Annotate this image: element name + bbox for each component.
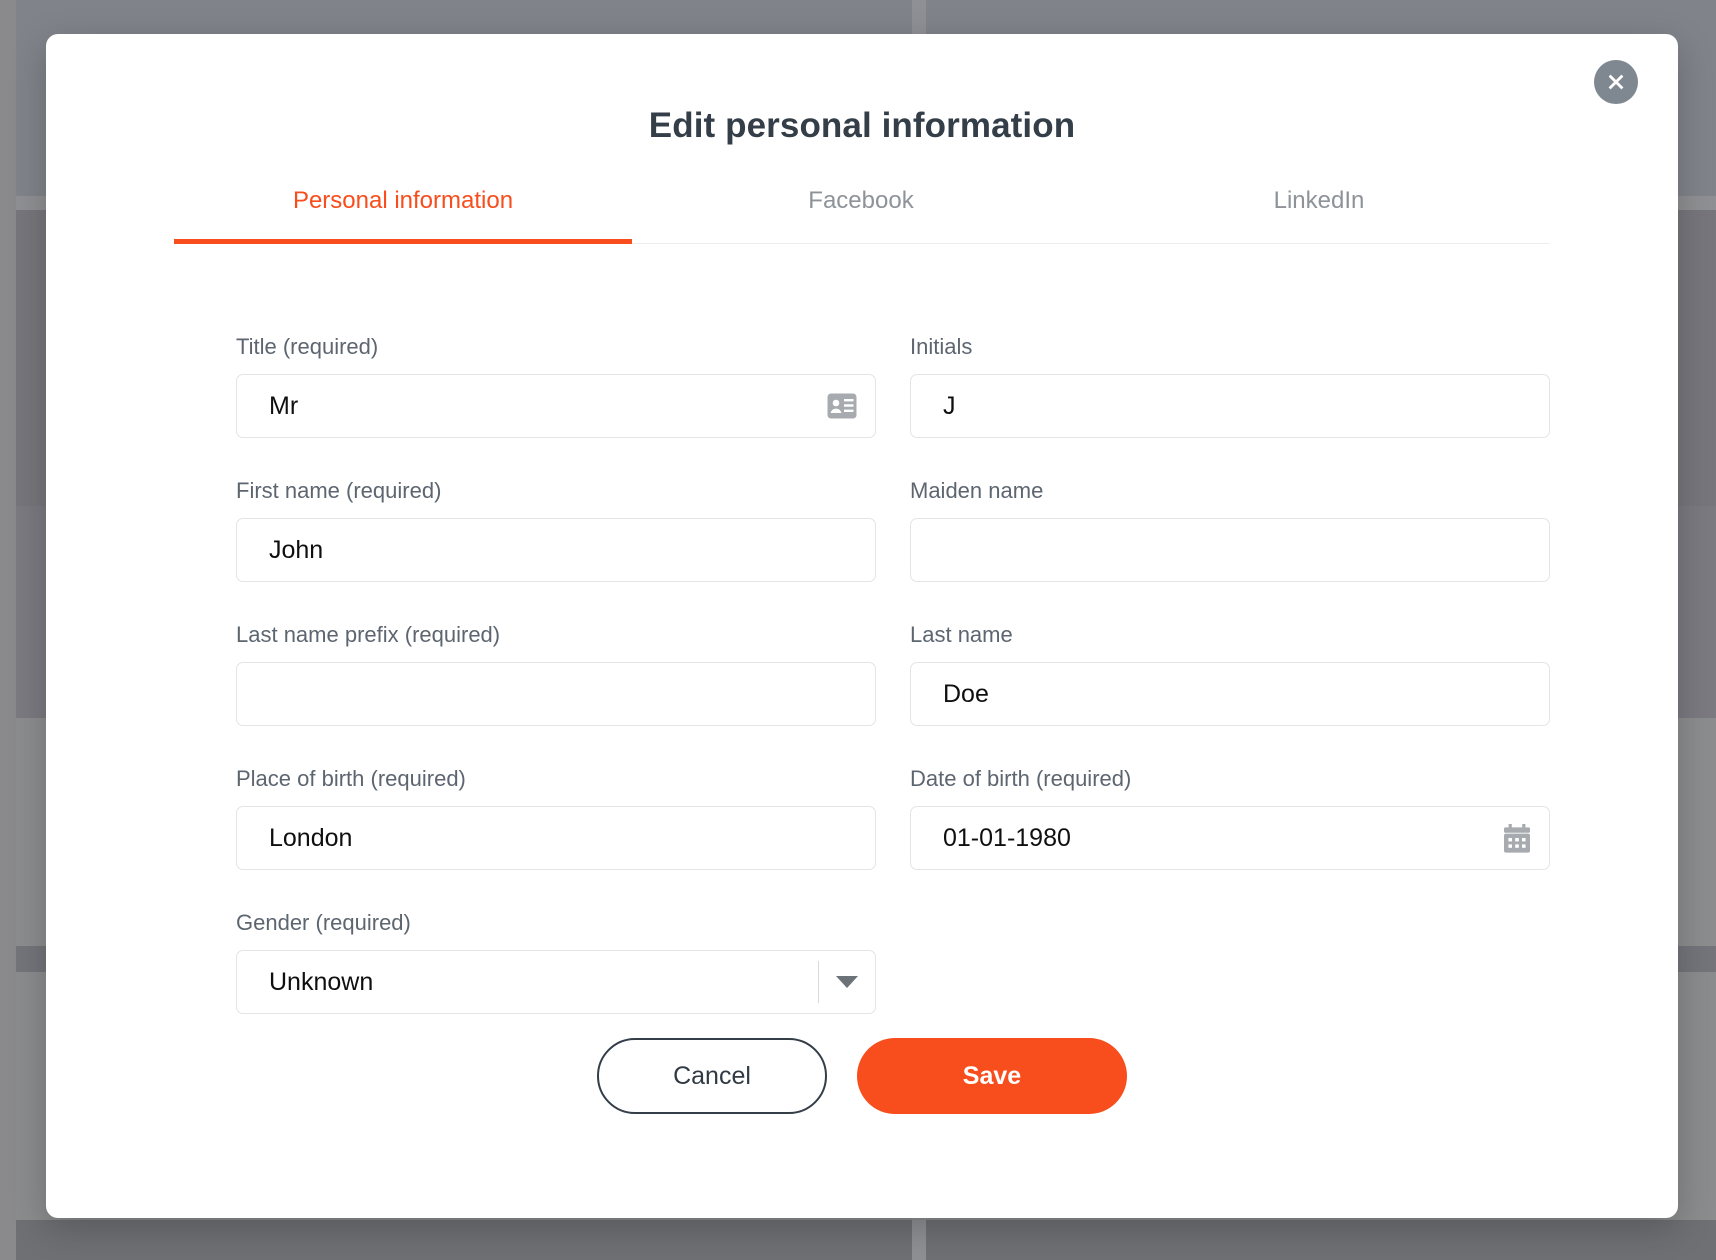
edit-personal-information-dialog: Edit personal information Personal infor… [46,34,1678,1218]
initials-label: Initials [910,334,973,359]
backdrop-column [0,0,16,1260]
gender-value: Unknown [269,969,374,995]
initials-value: J [943,393,956,419]
last-name-value: Doe [943,681,989,707]
first-name-input[interactable]: John [236,518,876,582]
gender-label: Gender (required) [236,910,411,935]
field-maiden-name: Maiden name [910,478,1550,582]
dialog-actions: Cancel Save [46,1038,1678,1114]
gender-select[interactable]: Unknown [236,950,876,1014]
calendar-icon[interactable] [1503,823,1531,853]
title-label: Title (required) [236,334,379,359]
field-last-name-prefix: Last name prefix (required) [236,622,876,726]
last-name-label: Last name [910,622,1013,647]
field-place-of-birth: Place of birth (required) London [236,766,876,870]
last-name-prefix-input[interactable] [236,662,876,726]
field-initials: Initials J [910,334,1550,438]
backdrop-band [0,1220,1716,1260]
cancel-button[interactable]: Cancel [597,1038,827,1114]
field-first-name: First name (required) John [236,478,876,582]
maiden-name-label: Maiden name [910,478,1044,503]
dialog-tabs: Personal information Facebook LinkedIn [174,186,1550,244]
close-icon [1605,71,1627,93]
tab-linkedin[interactable]: LinkedIn [1090,186,1548,244]
field-title: Title (required) Mr [236,334,876,438]
chevron-down-icon[interactable] [819,976,875,988]
tab-personal-information[interactable]: Personal information [174,186,632,244]
place-of-birth-value: London [269,825,353,851]
personal-information-form: Title (required) Mr Initials J First name (r… [236,334,1550,1054]
date-of-birth-value: 01-01-1980 [943,825,1071,851]
first-name-value: John [269,537,324,563]
field-last-name: Last name Doe [910,622,1550,726]
last-name-input[interactable]: Doe [910,662,1550,726]
field-date-of-birth: Date of birth (required) 01-01-1980 [910,766,1550,870]
initials-input[interactable]: J [910,374,1550,438]
field-gender: Gender (required) Unknown [236,910,876,1014]
page-title: Edit personal information [648,106,1076,145]
tab-facebook[interactable]: Facebook [632,186,1090,244]
first-name-label: First name (required) [236,478,442,503]
title-value: Mr [269,393,299,419]
maiden-name-input[interactable] [910,518,1550,582]
last-name-prefix-label: Last name prefix (required) [236,622,501,647]
close-button[interactable] [1594,60,1638,104]
place-of-birth-label: Place of birth (required) [236,766,466,791]
place-of-birth-input[interactable]: London [236,806,876,870]
save-button[interactable]: Save [857,1038,1127,1114]
contact-card-icon [827,393,857,419]
title-input[interactable]: Mr [236,374,876,438]
date-of-birth-input[interactable]: 01-01-1980 [910,806,1550,870]
date-of-birth-label: Date of birth (required) [910,766,1132,791]
